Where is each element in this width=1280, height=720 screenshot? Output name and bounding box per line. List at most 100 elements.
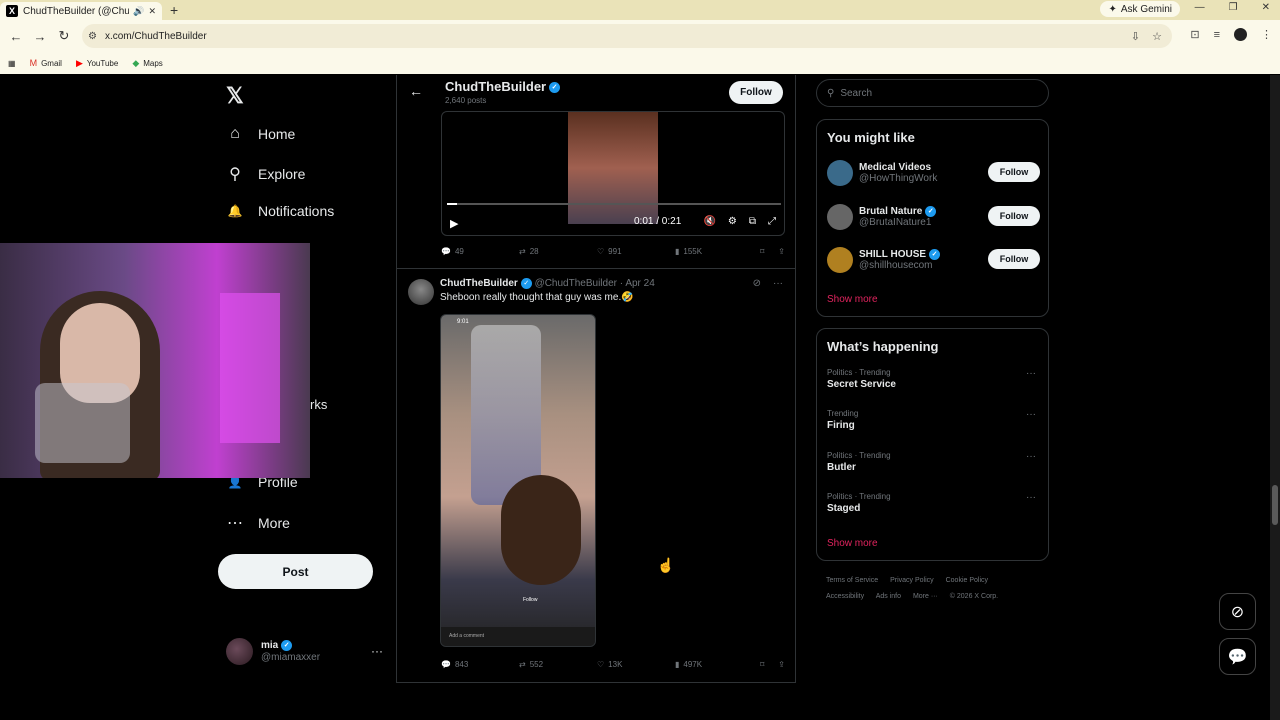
site-info-icon[interactable]: ⚙ [88, 31, 97, 42]
tweet1-video[interactable]: ▶ 0:01 / 0:21 🔇 ⚙ ⧉ ⤢ [441, 111, 785, 236]
like-button[interactable]: ♡ 13K [597, 660, 675, 669]
footer-link[interactable]: Terms of Service [826, 577, 878, 584]
views-button[interactable]: ▮ 155K [675, 247, 753, 256]
heart-icon: ♡ [597, 247, 605, 256]
suggested-account[interactable]: Brutal Nature ✓ @BrutaINature1 Follow [827, 204, 1040, 230]
ask-gemini-label: Ask Gemini [1120, 3, 1172, 15]
gmail-icon: M [29, 58, 38, 68]
grok-icon[interactable]: ⊘ [753, 278, 761, 289]
bookmark-label: Maps [143, 58, 163, 68]
bookmark-maps[interactable]: ◆ Maps [132, 58, 162, 69]
like-button[interactable]: ♡ 991 [597, 247, 675, 256]
account-more-icon[interactable]: ··· [371, 644, 383, 658]
tweet-more-icon[interactable]: ··· [773, 278, 783, 289]
share-icon[interactable]: ⇪ [778, 247, 785, 256]
reload-icon[interactable]: ↻ [52, 28, 76, 44]
x-logo-icon[interactable]: 𝕏 [226, 83, 244, 109]
nav-more[interactable]: ⋯ More [226, 513, 290, 533]
follow-button[interactable]: Follow [988, 249, 1040, 269]
scrollbar-thumb[interactable] [1272, 485, 1278, 525]
trend-more-icon[interactable]: ··· [1026, 492, 1036, 503]
tweet-author-handle[interactable]: @ChudTheBuilder [535, 278, 617, 289]
bookmark-star-icon[interactable]: ☆ [1152, 30, 1162, 43]
webcam-light [220, 293, 280, 443]
forward-icon[interactable]: → [28, 29, 52, 44]
footer-link[interactable]: Privacy Policy [890, 577, 934, 584]
speaker-icon[interactable]: 🔊 [133, 6, 144, 17]
tweet-date[interactable]: · Apr 24 [620, 278, 655, 289]
mute-icon[interactable]: 🔇 [703, 216, 715, 227]
install-app-icon[interactable]: ⇩ [1131, 30, 1140, 43]
trend-item[interactable]: Trending Firing ··· [827, 409, 1040, 431]
bookmark-icon[interactable]: ⌑ [760, 247, 764, 256]
repost-button[interactable]: ⇄ 552 [519, 660, 597, 669]
back-icon[interactable]: ← [4, 29, 28, 44]
trend-more-icon[interactable]: ··· [1026, 451, 1036, 462]
tab-title: ChudTheBuilder (@ChudTh [23, 5, 130, 17]
address-bar[interactable]: ⚙ x.com/ChudTheBuilder ⇩ ☆ [82, 24, 1172, 48]
follow-button[interactable]: Follow [729, 81, 783, 104]
close-tab-icon[interactable]: ✕ [148, 6, 156, 17]
lens-icon[interactable]: ⊡ [1190, 28, 1199, 41]
account-switcher[interactable]: mia ✓ @miamaxxer ··· [226, 638, 383, 665]
suggested-account[interactable]: Medical Videos @HowThingWork Follow [827, 160, 1040, 186]
bookmark-icon[interactable]: ⌑ [760, 660, 764, 669]
nav-bookmarks-fragment[interactable]: rks [310, 397, 327, 412]
close-window-icon[interactable]: ✕ [1262, 2, 1270, 13]
tweet-author-name[interactable]: ChudTheBuilder [440, 278, 518, 289]
more-icon: ⋯ [227, 515, 243, 532]
new-tab-button[interactable]: + [170, 2, 178, 18]
browser-tab[interactable]: X ChudTheBuilder (@ChudTh 🔊 ✕ [0, 2, 162, 20]
reply-button[interactable]: 💬 843 [441, 660, 519, 669]
reply-count: 49 [454, 247, 464, 256]
search-input[interactable]: ⚲ Search [816, 79, 1049, 107]
video-follow-text: Follow [523, 597, 538, 603]
apps-icon[interactable]: ▦ [8, 59, 16, 68]
footer-link[interactable]: Ads info [876, 593, 901, 600]
trend-item[interactable]: Politics · Trending Secret Service ··· [827, 368, 1040, 390]
follow-button[interactable]: Follow [988, 206, 1040, 226]
settings-icon[interactable]: ⚙ [728, 216, 737, 227]
minimize-icon[interactable]: — [1195, 2, 1205, 13]
post-button[interactable]: Post [218, 554, 373, 589]
show-more-link[interactable]: Show more [827, 538, 878, 549]
trend-item[interactable]: Politics · Trending Butler ··· [827, 451, 1040, 473]
footer-link[interactable]: Cookie Policy [946, 577, 988, 584]
trend-more-icon[interactable]: ··· [1026, 409, 1036, 420]
nav-explore[interactable]: ⚲ Explore [226, 164, 305, 184]
play-icon[interactable]: ▶ [450, 217, 458, 230]
tweet2-video[interactable]: 9:01 Follow Add a comment [440, 314, 596, 647]
like-count: 13K [608, 660, 623, 669]
footer-link[interactable]: More ··· [913, 593, 938, 600]
show-more-link[interactable]: Show more [827, 294, 878, 305]
ask-gemini-button[interactable]: ✦ Ask Gemini [1100, 1, 1180, 17]
restore-icon[interactable]: ❐ [1229, 2, 1238, 13]
nav-notifications[interactable]: 🔔 Notifications [226, 203, 335, 219]
reply-button[interactable]: 💬 49 [441, 247, 519, 256]
video-progress-bar[interactable] [447, 203, 781, 205]
views-button[interactable]: ▮ 497K [675, 660, 753, 669]
suggested-account[interactable]: SHILL HOUSE ✓ @shillhousecom Follow [827, 247, 1040, 273]
trend-more-icon[interactable]: ··· [1026, 368, 1036, 379]
menu-icon[interactable]: ⋮ [1261, 28, 1272, 41]
profile-avatar-icon[interactable] [1234, 28, 1247, 41]
footer-links: Terms of Service Privacy Policy Cookie P… [826, 573, 1051, 605]
tab-search-icon[interactable]: ≡ [1214, 29, 1220, 41]
fullscreen-icon[interactable]: ⤢ [768, 216, 776, 227]
scrollbar[interactable] [1270, 75, 1280, 720]
nav-home[interactable]: ⌂ Home [226, 125, 295, 143]
share-icon[interactable]: ⇪ [778, 660, 785, 669]
bookmark-youtube[interactable]: ▶ YouTube [76, 58, 118, 69]
messages-button[interactable]: 💬 [1219, 638, 1256, 675]
avatar[interactable] [408, 279, 434, 305]
repost-button[interactable]: ⇄ 28 [519, 247, 597, 256]
bookmark-gmail[interactable]: M Gmail [30, 58, 62, 68]
home-icon: ⌂ [230, 125, 240, 142]
grok-button[interactable]: ⊘ [1219, 593, 1256, 630]
pip-icon[interactable]: ⧉ [749, 216, 756, 227]
back-arrow-icon[interactable]: ← [409, 83, 423, 99]
trend-item[interactable]: Politics · Trending Staged ··· [827, 492, 1040, 514]
footer-link[interactable]: Accessibility [826, 593, 864, 600]
browser-toolbar: ← → ↻ ⚙ x.com/ChudTheBuilder ⇩ ☆ ⊡ ≡ ⋮ [0, 20, 1280, 52]
follow-button[interactable]: Follow [988, 162, 1040, 182]
